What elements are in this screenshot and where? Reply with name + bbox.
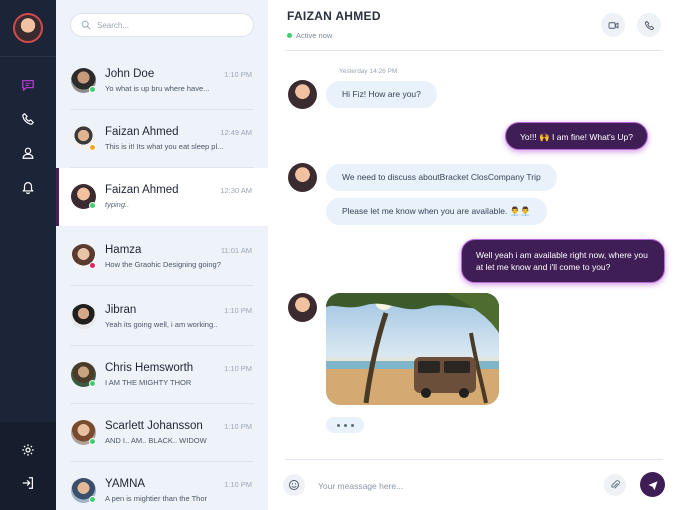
user-icon [22,147,34,159]
emoji-button[interactable] [283,474,305,496]
search-box[interactable] [70,13,254,37]
composer-divider [285,459,663,460]
status-online-dot [89,380,96,387]
contact-item[interactable]: John Doe Yo what is up bru where have...… [56,52,268,110]
typing-dot [343,423,347,427]
search-input[interactable] [97,20,247,30]
nav-calls[interactable] [18,109,38,129]
chat-panel: FAIZAN AHMED Active now Yesterday 14:26 … [268,0,680,510]
contact-preview: Yeah its going well, i am working.. [105,320,218,329]
contact-item[interactable]: YAMNA A pen is mightier than the Thor 1:… [56,462,268,510]
contact-preview: I AM THE MIGHTY THOR [105,378,192,387]
chat-title: FAIZAN AHMED [287,9,381,23]
status-online-dot [89,496,96,503]
sender-avatar [288,163,317,192]
contact-time: 11:01 AM [220,246,252,255]
header-divider [285,50,663,51]
my-avatar[interactable] [13,13,43,43]
message-outgoing: Well yeah i am available right now, wher… [461,239,665,283]
active-status-dot [287,33,292,38]
video-call-button[interactable] [601,13,625,37]
contact-name: John Doe [105,68,155,80]
message-incoming: Hi Fiz! How are you? [326,81,437,108]
phone-icon [22,113,34,125]
contact-name: Faizan Ahmed [105,184,179,196]
smiley-icon [289,480,299,490]
beach-photo-image [326,293,499,405]
contact-item[interactable]: Chris Hemsworth I AM THE MIGHTY THOR 1:1… [56,346,268,404]
contacts-panel: John Doe Yo what is up bru where have...… [56,0,280,510]
rail-divider [0,56,56,57]
nav-chats[interactable] [18,75,38,95]
message-outgoing: Yo!!! 🙌 I am fine! What's Up? [505,122,648,150]
contact-preview: Yo what is up bru where have... [105,84,210,93]
status-online-dot [89,202,96,209]
typing-indicator [326,417,364,433]
contact-item[interactable]: Hamza How the Graohic Designing going? 1… [56,228,268,286]
nav-rail [0,0,56,510]
message-date: Yesterday 14:26 PM [339,68,398,75]
contact-item[interactable]: Faizan Ahmed This is it! Its what you ea… [56,110,268,168]
contact-preview: typing.. [105,200,130,209]
contact-divider [70,285,254,286]
contact-name: Jibran [105,304,137,316]
message-input[interactable] [318,478,598,494]
contact-time: 1:10 PM [224,422,252,431]
contact-name: Faizan Ahmed [105,126,179,138]
typing-dot [350,423,354,427]
gear-icon [22,444,34,456]
contact-time: 1:10 PM [224,364,252,373]
nav-contacts[interactable] [18,143,38,163]
nav-settings[interactable] [18,440,38,460]
contact-item[interactable]: Scarlett Johansson AND I.. AM.. BLACK.. … [56,404,268,462]
voice-call-button[interactable] [637,13,661,37]
attach-button[interactable] [604,474,626,496]
search-icon [81,20,91,30]
phone-icon [644,20,654,30]
paperclip-icon [611,480,620,489]
typing-dot [336,423,340,427]
status-busy-dot [89,262,96,269]
contact-name: Chris Hemsworth [105,362,194,374]
send-button[interactable] [640,472,665,497]
shared-photo[interactable] [326,293,499,405]
nav-logout[interactable] [18,473,38,493]
contact-time: 1:10 PM [224,70,252,79]
sender-avatar [288,293,317,322]
bell-icon [22,182,34,194]
contact-item-active[interactable]: Faizan Ahmed typing.. 12:30 AM [56,168,268,226]
status-online-dot [89,438,96,445]
contact-name: Scarlett Johansson [105,420,203,432]
avatar [71,304,96,329]
contact-name: YAMNA [105,478,146,490]
contact-item[interactable]: Jibran Yeah its going well, i am working… [56,288,268,346]
message-incoming: Please let me know when you are availabl… [326,198,547,225]
logout-icon [22,477,33,489]
contact-preview: How the Graohic Designing going? [105,260,221,269]
contact-time: 1:10 PM [224,306,252,315]
status-away-dot [89,144,96,151]
send-icon [648,480,657,490]
chat-icon [22,79,34,91]
sender-avatar [288,80,317,109]
contact-time: 1:10 PM [224,480,252,489]
contact-preview: This is it! Its what you eat sleep pl... [105,142,224,151]
contact-time: 12:30 AM [220,186,252,195]
contact-name: Hamza [105,244,142,256]
message-incoming: We need to discuss aboutBracket ClosComp… [326,164,557,191]
messenger-app: John Doe Yo what is up bru where have...… [0,0,680,510]
contact-time: 12:49 AM [220,128,252,137]
nav-notifications[interactable] [18,177,38,197]
contact-preview: A pen is mightier than the Thor [105,494,208,503]
rail-bottom [0,422,56,510]
video-icon [608,21,618,29]
status-online-dot [89,86,96,93]
contact-preview: AND I.. AM.. BLACK.. WIDOW [105,436,207,445]
chat-status: Active now [296,31,333,40]
